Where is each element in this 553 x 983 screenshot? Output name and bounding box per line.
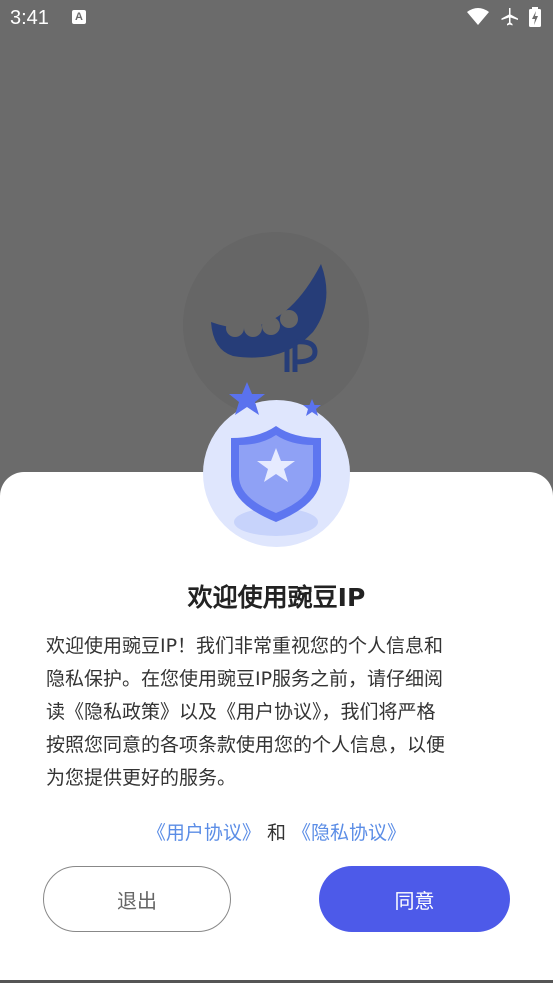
pea-pod-logo-icon [211,264,327,372]
status-bar: 3:41 A [0,0,553,38]
star-sparkle-large-icon [229,382,265,415]
shield-icon [231,426,321,536]
exit-button[interactable]: 退出 [43,866,231,932]
status-time: 3:41 [10,7,49,29]
wifi-icon [467,8,489,25]
agreement-links: 《用户协议》 和 《隐私协议》 [0,818,553,845]
star-sparkle-small-icon [303,399,321,416]
privacy-shield-badge [203,400,350,547]
dialog-body-line: 为您提供更好的服务。 [46,767,237,789]
battery-charging-icon [529,7,541,27]
and-text: 和 [266,822,286,844]
dialog-body: 欢迎使用豌豆IP！我们非常重视您的个人信息和 隐私保护。在您使用豌豆IP服务之前… [46,630,508,795]
user-agreement-link[interactable]: 《用户协议》 [147,822,261,844]
privacy-agreement-link[interactable]: 《隐私协议》 [292,822,406,844]
agree-button[interactable]: 同意 [319,866,510,932]
dialog-body-line: 读《隐私政策》以及《用户协议》，我们将严格 [46,701,436,723]
airplane-icon [501,8,518,26]
dialog-title: 欢迎使用豌豆IP [187,583,366,612]
dialog-body-line: 按照您同意的各项条款使用您的个人信息，以便 [46,734,446,756]
dialog-body-line: 欢迎使用豌豆IP！我们非常重视您的个人信息和 [46,635,444,657]
app-logo [183,232,369,418]
notification-icon: A [72,10,86,24]
status-icons [467,7,541,27]
dialog-body-line: 隐私保护。在您使用豌豆IP服务之前，请仔细阅 [46,668,444,690]
